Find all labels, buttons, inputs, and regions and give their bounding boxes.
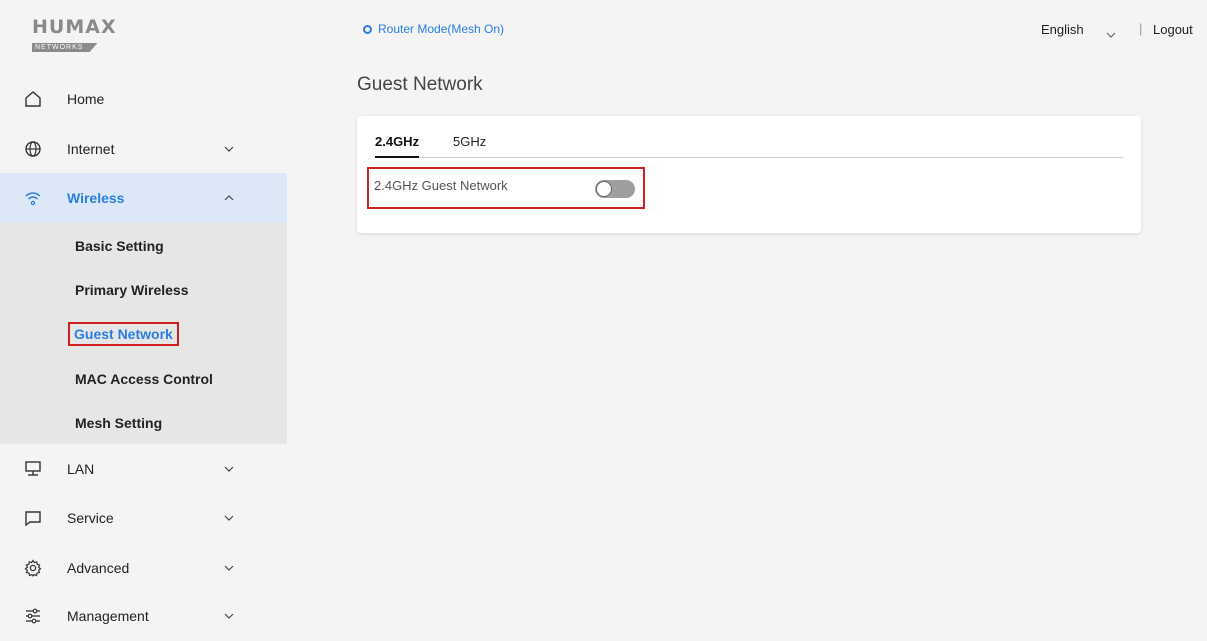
monitor-icon xyxy=(22,458,44,480)
logout-link[interactable]: Logout xyxy=(1153,22,1193,37)
header-divider: | xyxy=(1139,21,1143,36)
sidebar-item-label: Management xyxy=(67,608,149,624)
guest-network-setting-row: 2.4GHz Guest Network xyxy=(367,167,645,209)
wifi-icon xyxy=(22,187,44,209)
chevron-down-icon xyxy=(222,511,236,525)
humax-logo[interactable]: HUMAX NETWORKS xyxy=(32,16,117,52)
submenu-mac-access-control[interactable]: MAC Access Control xyxy=(75,371,213,387)
sidebar-item-wireless[interactable]: Wireless xyxy=(0,173,287,223)
tab-5ghz[interactable]: 5GHz xyxy=(453,134,486,156)
submenu-mesh-setting[interactable]: Mesh Setting xyxy=(75,415,162,431)
status-dot-icon xyxy=(363,24,372,34)
chevron-down-icon xyxy=(222,609,236,623)
sidebar: HUMAX NETWORKS Home Internet Wireless Ba… xyxy=(0,0,287,637)
logo-text: HUMAX xyxy=(32,16,117,38)
sidebar-item-home[interactable]: Home xyxy=(0,74,287,124)
submenu-guest-network[interactable]: Guest Network xyxy=(68,322,179,346)
chevron-down-icon xyxy=(222,142,236,156)
sidebar-item-management[interactable]: Management xyxy=(0,591,287,641)
logo-subtext: NETWORKS xyxy=(32,43,98,52)
sidebar-item-label: Advanced xyxy=(67,560,130,576)
globe-icon xyxy=(22,138,44,160)
toggle-knob xyxy=(596,181,612,197)
submenu-basic-setting[interactable]: Basic Setting xyxy=(75,238,164,254)
sliders-icon xyxy=(22,605,44,627)
tab-2-4ghz[interactable]: 2.4GHz xyxy=(375,134,420,158)
chevron-down-icon xyxy=(222,561,236,575)
sidebar-item-service[interactable]: Service xyxy=(0,493,287,543)
guest-network-label: 2.4GHz Guest Network xyxy=(374,178,508,193)
sidebar-item-advanced[interactable]: Advanced xyxy=(0,543,287,593)
sidebar-item-label: Home xyxy=(67,91,105,107)
home-icon xyxy=(22,88,44,110)
chevron-down-icon[interactable] xyxy=(1106,25,1116,43)
router-mode-status: Router Mode(Mesh On) xyxy=(363,22,504,36)
gear-icon xyxy=(22,557,44,579)
sidebar-item-label: Wireless xyxy=(67,190,125,206)
page-title: Guest Network xyxy=(357,74,483,95)
sidebar-item-internet[interactable]: Internet xyxy=(0,124,287,174)
sidebar-item-lan[interactable]: LAN xyxy=(0,444,287,494)
router-mode-label: Router Mode(Mesh On) xyxy=(378,22,505,36)
sidebar-item-label: LAN xyxy=(67,461,95,477)
sidebar-item-label: Service xyxy=(67,510,114,526)
guest-network-card: 2.4GHz 5GHz 2.4GHz Guest Network xyxy=(357,116,1141,233)
chat-icon xyxy=(22,507,44,529)
chevron-up-icon xyxy=(222,191,236,205)
band-tabs: 2.4GHz 5GHz xyxy=(375,134,1123,158)
guest-network-toggle[interactable] xyxy=(595,180,635,198)
chevron-down-icon xyxy=(222,462,236,476)
submenu-primary-wireless[interactable]: Primary Wireless xyxy=(75,282,189,298)
wireless-submenu: Basic Setting Primary Wireless Guest Net… xyxy=(0,223,287,444)
sidebar-item-label: Internet xyxy=(67,141,115,157)
language-select[interactable]: English xyxy=(1041,22,1084,37)
